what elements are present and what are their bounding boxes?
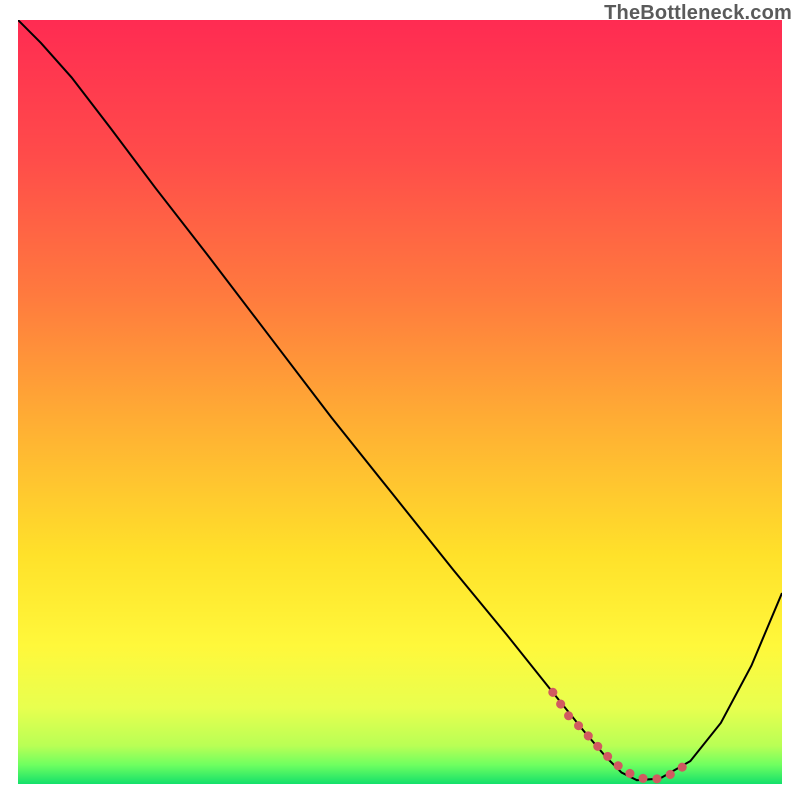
chart-root: TheBottleneck.com — [0, 0, 800, 800]
gradient-background — [18, 20, 782, 784]
plot-area — [18, 20, 782, 784]
watermark-text: TheBottleneck.com — [604, 2, 792, 25]
chart-svg — [18, 20, 782, 784]
